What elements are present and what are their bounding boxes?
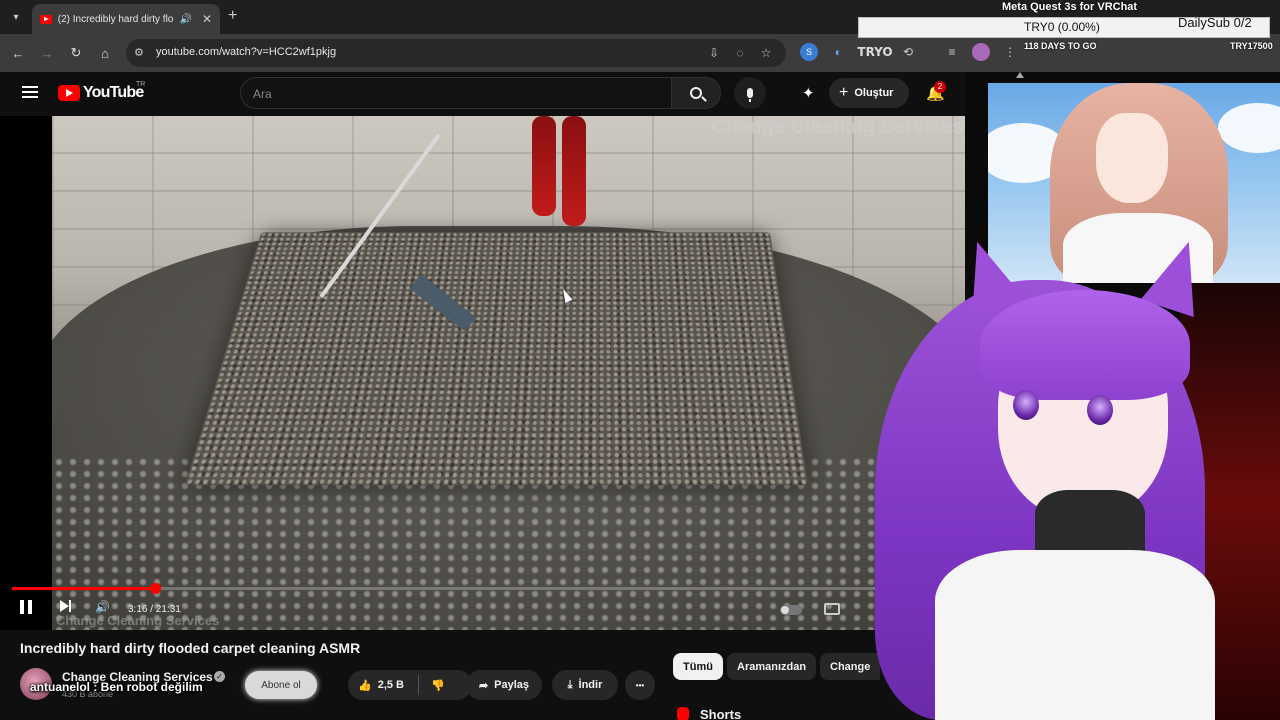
video-player[interactable]: Change Cleaning Services Change Cleaning… (0, 116, 965, 630)
anime-character-face (1096, 113, 1168, 203)
divider (418, 675, 419, 695)
search-placeholder: Ara (253, 87, 272, 101)
youtube-favicon-icon (40, 14, 52, 24)
extension-blue-icon[interactable]: S (800, 43, 818, 61)
subscribe-label: Abone ol (261, 679, 301, 691)
pause-button[interactable] (20, 600, 32, 614)
tab-title: (2) Incredibly hard dirty flooded carpet… (57, 13, 174, 25)
autoplay-toggle[interactable] (780, 605, 802, 615)
thumbs-up-icon[interactable]: 👍 (358, 679, 372, 692)
download-button[interactable]: ⤓ İndir (552, 670, 618, 700)
goal-target: TRY17500 (1230, 41, 1273, 51)
home-icon[interactable]: ⌂ (95, 43, 115, 63)
progress-fill (12, 587, 155, 590)
voice-search-button[interactable] (734, 77, 766, 109)
share-arrow-icon: ➦ (478, 679, 489, 692)
worker-leg (532, 116, 556, 216)
channel-watermark: Change Cleaning Services (711, 116, 963, 138)
subtitles-icon[interactable] (824, 603, 840, 615)
region-code: TR (136, 81, 146, 88)
extension-tryo-label[interactable]: TRYO (857, 43, 892, 61)
chat-message-overlay: antuanelol : Ben robot değilim (30, 680, 203, 694)
more-actions-button[interactable]: ••• (625, 670, 655, 700)
thumbs-down-icon[interactable]: 👎 (431, 679, 445, 692)
bookmark-star-icon[interactable]: ☆ (758, 45, 774, 61)
time-display: 3:16 / 21:31 (128, 604, 181, 615)
menu-icon[interactable] (22, 86, 38, 98)
sparkle-icon[interactable]: ✦ (802, 84, 815, 102)
video-title: Incredibly hard dirty flooded carpet cle… (20, 640, 361, 656)
browser-tab[interactable]: (2) Incredibly hard dirty flooded carpet… (32, 4, 220, 34)
goal-days-left: 118 DAYS TO GO (1024, 41, 1097, 51)
shorts-icon (677, 707, 689, 720)
vtuber-avatar (855, 230, 1225, 720)
forward-icon[interactable]: → (37, 43, 57, 63)
chip-all[interactable]: Tümü (673, 653, 723, 680)
shorts-heading: Shorts (700, 707, 742, 720)
microphone-icon (747, 88, 753, 102)
url-text[interactable]: youtube.com/watch?v=HCC2wf1pkjg (156, 46, 336, 58)
goal-amount: TRY0 (0.00%) (1024, 20, 1100, 34)
kebab-menu-icon[interactable]: ⋮ (1001, 43, 1019, 61)
avatar-sweater (935, 550, 1215, 720)
youtube-wordmark: YouTube (83, 84, 144, 101)
avatar-bangs (980, 290, 1190, 400)
youtube-play-icon (58, 85, 80, 101)
pause-icon (20, 600, 32, 614)
tab-search-icon[interactable]: ▾ (6, 7, 26, 27)
tab-close-icon[interactable]: ✕ (202, 12, 212, 26)
chip-from-search[interactable]: Aramanızdan (727, 653, 817, 680)
channel-watermark-faded: Change Cleaning Services (56, 613, 220, 628)
youtube-logo[interactable]: YouTube (58, 84, 144, 102)
verified-check-icon: ✓ (214, 671, 225, 682)
search-input[interactable]: Ara (240, 77, 672, 109)
create-label: Oluştur (854, 87, 894, 99)
speaker-icon[interactable]: 🔊 (179, 14, 191, 25)
create-button[interactable]: + Oluştur (829, 78, 909, 108)
extensions-icon[interactable]: ≡ (943, 43, 961, 61)
eye-off-icon[interactable]: ◌ (732, 45, 748, 61)
video-frame[interactable]: Change Cleaning Services Change Cleaning… (52, 116, 965, 630)
like-dislike-group: 👍 2,5 B 👎 (348, 670, 472, 700)
avatar-eye-left (1013, 390, 1039, 420)
back-icon[interactable]: ← (8, 43, 28, 63)
download-label: İndir (578, 679, 603, 691)
daily-sub-counter: DailySub 0/2 (1178, 15, 1252, 30)
share-button[interactable]: ➦ Paylaş (466, 670, 542, 700)
youtube-masthead: YouTube TR Ara ✦ + Oluştur 🔔 2 (0, 72, 1020, 116)
volume-icon[interactable]: 🔊 (95, 600, 110, 614)
worker-leg (562, 116, 586, 226)
search-button[interactable] (671, 77, 721, 109)
progress-scrubber[interactable] (149, 583, 161, 594)
goal-title: Meta Quest 3s for VRChat (1002, 1, 1138, 13)
notification-badge: 2 (934, 81, 946, 93)
new-tab-button[interactable]: + (228, 7, 237, 25)
carpet (184, 232, 809, 486)
progress-bar[interactable] (12, 583, 952, 594)
search-icon (690, 87, 702, 99)
plus-icon: + (839, 84, 849, 101)
site-info-icon[interactable]: ⚙ (134, 46, 148, 60)
subscribe-button[interactable]: Abone ol (245, 671, 317, 699)
share-label: Paylaş (494, 679, 530, 691)
next-button[interactable] (60, 600, 71, 612)
install-icon[interactable]: ⇩ (706, 45, 722, 61)
extension-audio-icon[interactable]: ◖ (828, 43, 846, 61)
like-count[interactable]: 2,5 B (378, 679, 404, 691)
history-icon[interactable]: ⟲ (899, 43, 917, 61)
scroll-up-arrow-icon[interactable] (1016, 72, 1024, 78)
profile-icon[interactable] (972, 43, 990, 61)
browser-toolbar: ← → ↻ ⌂ ⚙ youtube.com/watch?v=HCC2wf1pkj… (0, 34, 1280, 72)
download-icon: ⤓ (567, 678, 573, 691)
avatar-eye-right (1087, 395, 1113, 425)
reload-icon[interactable]: ↻ (66, 43, 86, 63)
cloud (1218, 103, 1280, 153)
address-bar[interactable]: ⚙ youtube.com/watch?v=HCC2wf1pkjg ⇩ ◌ ☆ (126, 39, 786, 67)
next-icon (60, 600, 71, 612)
